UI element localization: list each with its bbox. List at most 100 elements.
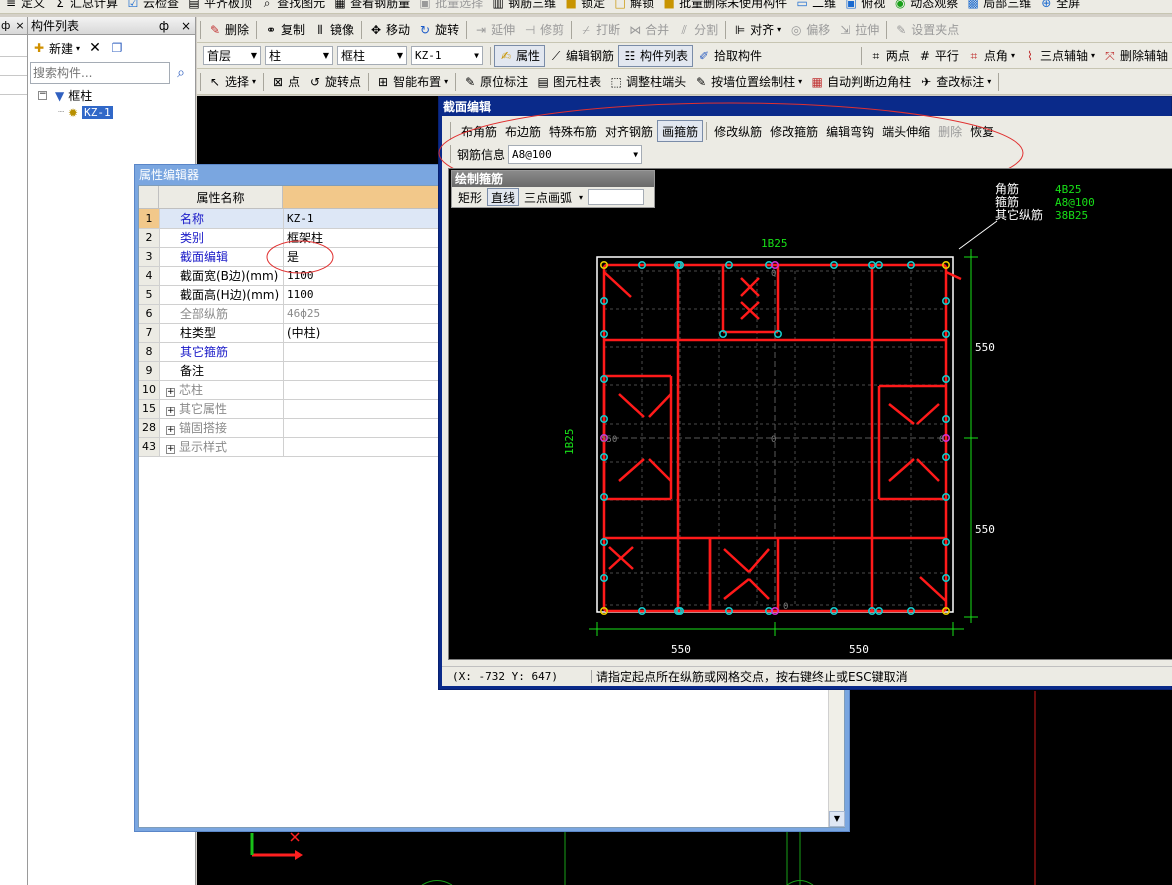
status-message: 请指定起点所在纵筋或网格交点，按右键终止或ESC键取消	[596, 670, 908, 684]
top-view-dropdown[interactable]: ▣ 俯视	[840, 0, 889, 13]
line-mode-button[interactable]: 直线	[487, 188, 520, 206]
unlock-button[interactable]: □ 解锁	[609, 0, 658, 13]
delete-button[interactable]: ✎ 删除	[204, 19, 253, 41]
cloud-check-button[interactable]: ☑ 云检查	[122, 0, 183, 13]
rotate-point-button[interactable]: ↺ 旋转点	[304, 71, 365, 93]
strip-pin-icon[interactable]: ф	[1, 19, 10, 32]
edit-rebar-button[interactable]: ⟋ 编辑钢筋	[545, 45, 618, 67]
view-2d-dropdown[interactable]: ▭ 二维	[791, 0, 840, 13]
expand-icon[interactable]: +	[166, 388, 175, 397]
split-button[interactable]: ⫽ 分割	[673, 19, 722, 41]
align-slab-top-button[interactable]: ▤ 平齐板顶	[183, 0, 256, 13]
stirrup-hook	[723, 578, 750, 600]
batch-select-button[interactable]: ▣ 批量选择	[414, 0, 487, 13]
local-3d-button[interactable]: ▩ 局部三维	[962, 0, 1035, 13]
type-select[interactable]: 柱 ▼	[265, 46, 333, 65]
component-list-button[interactable]: ☷ 构件列表	[618, 44, 694, 67]
stirrup-hook	[916, 403, 940, 425]
move-button[interactable]: ✥ 移动	[365, 19, 414, 41]
dynamic-view-button[interactable]: ◉ 动态观察	[889, 0, 962, 13]
rotate-button[interactable]: ↻ 旋转	[414, 19, 463, 41]
trim-icon: ⊣	[524, 22, 536, 37]
collapse-icon[interactable]: −	[38, 90, 47, 100]
find-element-button[interactable]: ⌕ 查找图元	[256, 0, 329, 13]
auto-corner-column-button[interactable]: ▦ 自动判断边角柱	[806, 71, 915, 93]
floor-select[interactable]: 首层 ▼	[203, 46, 261, 65]
delete-axis-button[interactable]: ⤧ 删除辅轴	[1099, 45, 1172, 67]
fullscreen-button[interactable]: ⊕ 全屏	[1035, 0, 1084, 13]
pick-component-button[interactable]: ✐ 拾取构件	[693, 45, 766, 67]
annotation-circle-yes	[266, 240, 334, 274]
prop-row-anchor-lap[interactable]: 28 + 锚固搭接	[139, 418, 442, 438]
arc-param-field[interactable]	[588, 189, 645, 205]
trim-button[interactable]: ⊣ 修剪	[519, 19, 568, 41]
pick-icon: ✐	[699, 48, 710, 63]
prop-row-height[interactable]: 5 截面高(H边)(mm) 1100	[139, 285, 442, 305]
info-label: 箍筋	[995, 194, 1019, 209]
close-icon[interactable]: ×	[181, 19, 191, 33]
view-2d-icon: ▭	[796, 0, 808, 10]
arc-mode-button[interactable]: 三点画弧 ▾	[521, 188, 586, 206]
view-rebar-qty-button[interactable]: ▦ 查看钢筋量	[329, 0, 414, 13]
mirror-icon: ⫴	[317, 22, 323, 37]
tree-node-framed-column[interactable]: − ▼ 框柱	[28, 87, 195, 104]
merge-button[interactable]: ⋈ 合并	[624, 19, 673, 41]
rebar-3d-button[interactable]: ▥ 钢筋三维	[487, 0, 560, 13]
prop-row-display-style[interactable]: 43 + 显示样式	[139, 437, 442, 457]
section-drawing-area[interactable]: 550 550 550 550 1B25 1B25 550 0 0 0 0 角筋 4B25 箍筋 A8@10…	[448, 168, 1172, 660]
expand-icon[interactable]: +	[166, 445, 175, 454]
break-button[interactable]: ⌿ 打断	[575, 19, 624, 41]
two-point-axis-button[interactable]: ⌗ 两点	[865, 45, 914, 67]
expand-icon[interactable]: +	[166, 407, 175, 416]
adjust-column-end-button[interactable]: ⬚ 调整柱端头	[605, 71, 690, 93]
align-dropdown[interactable]: ⊫ 对齐 ▾	[729, 19, 785, 41]
select-dropdown[interactable]: ↖ 选择 ▾	[204, 71, 260, 93]
parallel-axis-button[interactable]: # 平行	[914, 45, 963, 67]
prop-row-column-type[interactable]: 7 柱类型 (中柱)	[139, 323, 442, 343]
smart-layout-dropdown[interactable]: ⊞ 智能布置 ▾	[372, 71, 452, 93]
point-button[interactable]: ⊠ 点	[267, 71, 304, 93]
prop-row-remark[interactable]: 9 备注	[139, 361, 442, 381]
define-button[interactable]: ≡ 定义	[0, 0, 49, 13]
summary-calc-button[interactable]: Σ 汇总计算	[49, 0, 122, 13]
scroll-down-button[interactable]: ▼	[829, 811, 845, 827]
stretch-button[interactable]: ⇲ 拉伸	[834, 19, 883, 41]
draw-by-wall-dropdown[interactable]: ✎ 按墙位置绘制柱 ▾	[690, 71, 806, 93]
properties-button[interactable]: ✍ 属性	[494, 44, 546, 67]
modify-annotation-dropdown[interactable]: ✈ 查改标注 ▾	[915, 71, 995, 93]
prop-row-other-props[interactable]: 15 + 其它属性	[139, 399, 442, 419]
prop-row-core-column[interactable]: 10 + 芯柱	[139, 380, 442, 400]
point-angle-axis-button[interactable]: ⌗ 点角 ▾	[963, 45, 1019, 67]
sigma-icon: Σ	[56, 0, 64, 10]
copy-button[interactable]: ⚭ 复制	[260, 19, 309, 41]
tree-node-kz1[interactable]: ┈ ✹ KZ-1	[28, 104, 195, 121]
new-component-button[interactable]: ✚ 新建 ▾	[32, 37, 80, 59]
mirror-button[interactable]: ⫴ 镜像	[309, 19, 358, 41]
three-point-axis-button[interactable]: ⌇ 三点辅轴 ▾	[1019, 45, 1099, 67]
batch-delete-unused-button[interactable]: ■ 批量删除未使用构件	[658, 0, 791, 13]
strip-close-icon[interactable]: ×	[15, 19, 24, 32]
column-table-button[interactable]: ▤ 图元柱表	[532, 71, 605, 93]
pin-icon[interactable]: ф	[159, 19, 169, 33]
inplace-annotation-button[interactable]: ✎ 原位标注	[459, 71, 532, 93]
tree-node-label: KZ-1	[82, 106, 113, 119]
prop-row-other-stirrup[interactable]: 8 其它箍筋	[139, 342, 442, 362]
smart-layout-icon: ⊞	[378, 74, 389, 89]
component-select[interactable]: KZ-1 ▼	[411, 46, 483, 65]
parallel-icon: #	[919, 48, 930, 63]
delete-icon[interactable]: ✕	[88, 41, 102, 55]
offset-button[interactable]: ◎ 偏移	[785, 19, 834, 41]
lock-button[interactable]: ■ 锁定	[560, 0, 609, 13]
set-grip-button[interactable]: ✎ 设置夹点	[890, 19, 963, 41]
search-icon[interactable]: ⌕	[170, 62, 192, 84]
rect-mode-button[interactable]: 矩形	[455, 188, 485, 206]
expand-icon[interactable]: +	[166, 426, 175, 435]
strip-row	[0, 75, 27, 95]
subtype-select[interactable]: 框柱 ▼	[337, 46, 407, 65]
prop-row-name[interactable]: 1 名称 KZ-1	[139, 209, 442, 229]
offset-icon: ◎	[790, 22, 802, 37]
prop-row-all-longitudinal[interactable]: 6 全部纵筋 46ф25	[139, 304, 442, 324]
search-input[interactable]	[30, 62, 170, 84]
copy-icon[interactable]: ❐	[110, 41, 124, 55]
extend-button[interactable]: ⇥ 延伸	[470, 19, 519, 41]
